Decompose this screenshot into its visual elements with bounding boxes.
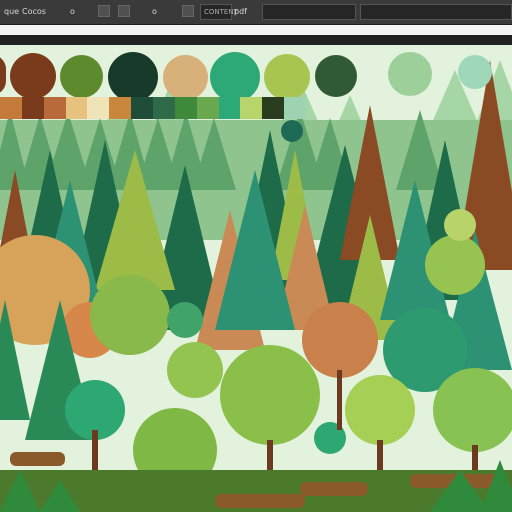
palette-chip[interactable] — [262, 97, 285, 119]
palette-swatch-9[interactable] — [458, 55, 492, 89]
palette-chip[interactable] — [240, 97, 263, 119]
palette-swatch-8[interactable] — [388, 52, 432, 96]
palette-chip[interactable] — [196, 97, 220, 119]
palette-chip[interactable] — [218, 97, 241, 119]
palette-chip[interactable] — [21, 97, 45, 119]
app-toolbar: que Cocos o o CONTENT pdf — [0, 0, 512, 25]
palette-swatch-2[interactable] — [60, 55, 103, 98]
palette-swatch-6[interactable] — [264, 54, 310, 100]
canvas-margin — [0, 25, 512, 35]
palette-swatch-5[interactable] — [210, 52, 260, 102]
toolbar-field[interactable]: CONTENT — [200, 4, 238, 20]
toolbar-search-input[interactable] — [262, 4, 356, 20]
palette-chip[interactable] — [87, 97, 110, 119]
palette-chip[interactable] — [65, 97, 88, 119]
toolbar-item-option-a[interactable]: o — [70, 5, 75, 18]
palette-chip[interactable] — [43, 97, 67, 119]
toolbar-item-que[interactable]: que — [4, 5, 19, 18]
palette-chip[interactable] — [109, 97, 132, 119]
toolbar-item-option-b[interactable]: o — [152, 5, 157, 18]
toolbar-field-text: CONTENT — [204, 8, 238, 16]
palette-chip[interactable] — [174, 97, 198, 119]
canvas-divider — [0, 35, 512, 45]
palette-chip[interactable] — [284, 97, 307, 119]
palette-swatch-4[interactable] — [163, 55, 208, 100]
toolbar-toggle-1[interactable] — [98, 5, 110, 17]
palette-swatch-7[interactable] — [315, 55, 357, 97]
palette-chip[interactable] — [153, 97, 176, 119]
palette-swatch-1[interactable] — [10, 53, 56, 99]
palette-chip[interactable] — [0, 97, 23, 119]
toolbar-item-cocos[interactable]: Cocos — [22, 5, 46, 18]
toolbar-wide-field[interactable] — [360, 4, 512, 20]
palette-swatch-small[interactable] — [281, 120, 303, 142]
toolbar-toggle-2[interactable] — [118, 5, 130, 17]
toolbar-pdf-label: pdf — [234, 7, 247, 16]
palette-swatch-3[interactable] — [108, 52, 158, 102]
palette-chip[interactable] — [131, 97, 154, 119]
toolbar-toggle-3[interactable] — [182, 5, 194, 17]
